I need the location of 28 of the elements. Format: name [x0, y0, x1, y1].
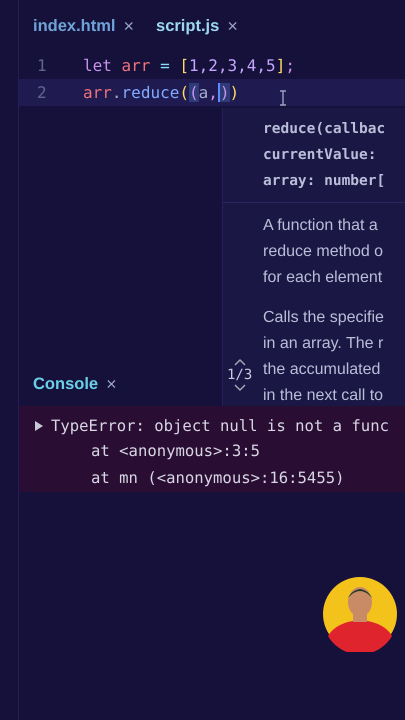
doc-text: reduce method o [263, 242, 384, 262]
code-line: let arr = [1,2,3,4,5]; [83, 56, 295, 75]
doc-text: Calls the specifie [263, 308, 385, 328]
signature-line: reduce(callbac [263, 120, 386, 139]
line-number: 1 [36, 56, 48, 75]
code-line: arr.reduce((a,)) [83, 83, 240, 102]
doc-text: in an array. The r [263, 334, 384, 354]
doc-text: the accumulated [263, 360, 382, 380]
editor-tab[interactable]: script.js × [156, 10, 238, 42]
stack-trace-line: at mn (<anonymous>:16:5455) [90, 468, 346, 489]
error-text: TypeError: object null is not a func [51, 417, 389, 435]
chevron-up-icon[interactable] [234, 358, 246, 366]
close-icon[interactable]: × [227, 16, 238, 36]
close-icon[interactable]: × [124, 16, 134, 36]
signature-line: currentValue: [263, 146, 378, 165]
line-number: 2 [36, 83, 48, 102]
stack-trace-line: at <anonymous>:3:5 [90, 441, 261, 462]
editor-tab[interactable]: index.html × [33, 10, 134, 42]
doc-text: for each element [263, 268, 384, 288]
mouse-cursor-icon [279, 90, 287, 106]
chevron-down-icon[interactable] [234, 384, 246, 392]
signature-line: array: number[ [263, 172, 386, 191]
expand-triangle-icon[interactable] [35, 421, 43, 431]
console-tab[interactable]: Console × [19, 368, 222, 395]
doc-text: A function that a [263, 216, 379, 236]
doc-text: in the next call to [263, 386, 384, 406]
close-icon[interactable]: × [106, 374, 117, 395]
overload-counter: 1/3 [227, 367, 252, 383]
